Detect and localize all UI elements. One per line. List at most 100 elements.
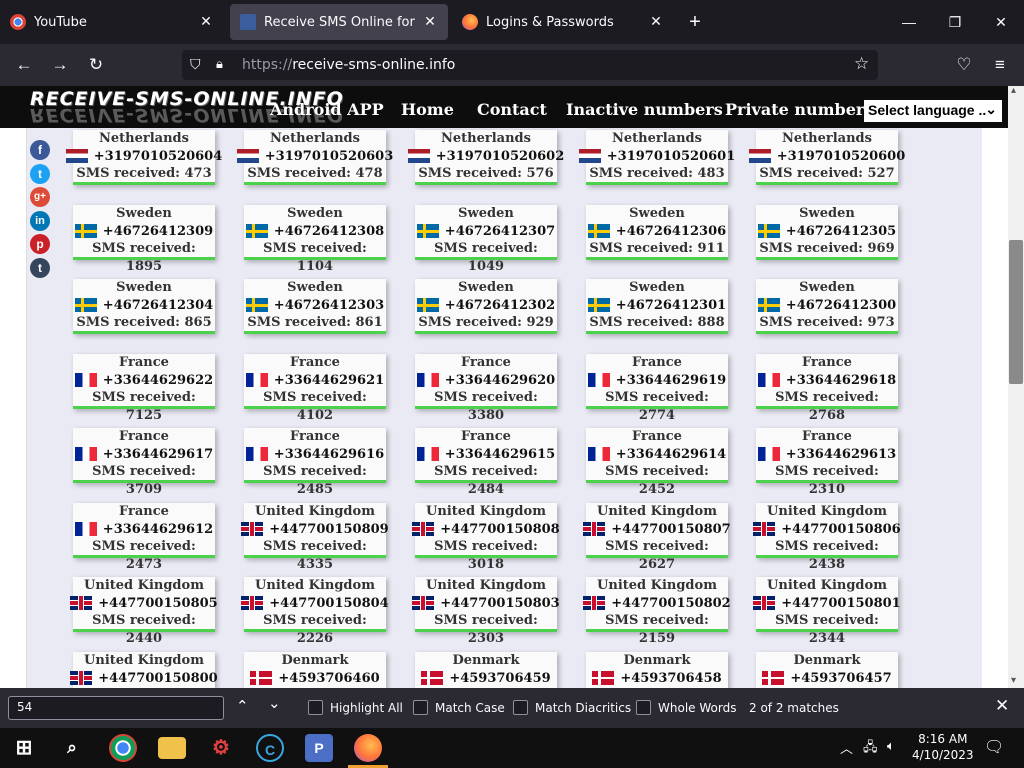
- shield-icon[interactable]: ⛉: [190, 56, 201, 73]
- number-card[interactable]: France +33644629615 SMS received: 2484: [415, 428, 557, 497]
- clock[interactable]: 8:16 AM 4/10/2023: [912, 731, 974, 763]
- checkbox-box[interactable]: [636, 700, 651, 715]
- card-phone-number[interactable]: +33644629621: [274, 372, 384, 390]
- card-phone-number[interactable]: +4593706458: [620, 670, 721, 688]
- number-card[interactable]: Sweden +46726412307 SMS received: 1049: [415, 205, 557, 274]
- scroll-up-arrow-icon[interactable]: ▴: [1011, 85, 1016, 96]
- card-phone-number[interactable]: +447700150800: [98, 670, 217, 688]
- card-phone-number[interactable]: +4593706457: [790, 670, 891, 688]
- card-phone-number[interactable]: +46726412309: [103, 223, 213, 241]
- card-phone-number[interactable]: +447700150801: [781, 595, 900, 613]
- card-phone-number[interactable]: +447700150806: [781, 521, 900, 539]
- number-card[interactable]: Denmark +4593706458: [586, 652, 728, 688]
- number-card[interactable]: United Kingdom +447700150808 SMS received:…: [412, 503, 560, 572]
- number-card[interactable]: Netherlands +3197010520601 SMS received: 4…: [578, 130, 735, 185]
- number-card[interactable]: United Kingdom +447700150803 SMS received:…: [412, 577, 560, 646]
- number-card[interactable]: United Kingdom +447700150802 SMS received:…: [583, 577, 731, 646]
- number-card[interactable]: France +33644629616 SMS received: 2485: [244, 428, 386, 497]
- card-phone-number[interactable]: +33644629617: [103, 446, 213, 464]
- tab-receive-sms[interactable]: Receive SMS Online for FREE - U ✕: [230, 4, 448, 40]
- card-phone-number[interactable]: +46726412304: [103, 297, 213, 315]
- tab-logins-passwords[interactable]: Logins & Passwords ✕: [452, 0, 674, 44]
- close-tab-icon[interactable]: ✕: [196, 14, 216, 30]
- card-phone-number[interactable]: +3197010520602: [436, 148, 564, 166]
- number-card[interactable]: United Kingdom +447700150800: [70, 652, 218, 688]
- match-case-checkbox[interactable]: Match Case: [413, 700, 505, 715]
- p-app-icon[interactable]: P: [305, 734, 333, 762]
- card-phone-number[interactable]: +3197010520603: [265, 148, 393, 166]
- card-phone-number[interactable]: +3197010520601: [607, 148, 735, 166]
- number-card[interactable]: France +33644629613 SMS received: 2310: [756, 428, 898, 497]
- chrome-icon[interactable]: [109, 734, 137, 762]
- restore-icon[interactable]: ❐: [932, 0, 978, 44]
- whole-words-checkbox[interactable]: Whole Words: [636, 700, 736, 715]
- close-window-icon[interactable]: ✕: [978, 0, 1024, 44]
- number-card[interactable]: France +33644629618 SMS received: 2768: [756, 354, 898, 423]
- number-card[interactable]: France +33644629619 SMS received: 2774: [586, 354, 728, 423]
- linkedin-icon[interactable]: in: [30, 211, 50, 231]
- card-phone-number[interactable]: +33644629615: [445, 446, 555, 464]
- number-card[interactable]: Sweden +46726412309 SMS received: 1895: [73, 205, 215, 274]
- back-arrow-icon[interactable]: ←: [9, 50, 39, 80]
- close-find-bar-icon[interactable]: ✕: [995, 696, 1009, 716]
- scrollbar-thumb[interactable]: [1009, 240, 1023, 384]
- volume-icon[interactable]: 🔈︎: [887, 738, 895, 754]
- number-card[interactable]: Sweden +46726412301 SMS received: 888: [586, 279, 728, 334]
- tumblr-icon[interactable]: t: [30, 258, 50, 278]
- number-card[interactable]: Denmark +4593706457: [756, 652, 898, 688]
- find-previous-icon[interactable]: ⌃: [236, 697, 249, 715]
- windows-start-icon[interactable]: ⊞: [10, 734, 38, 762]
- twitter-icon[interactable]: t: [30, 164, 50, 184]
- number-card[interactable]: France +33644629612 SMS received: 2473: [73, 503, 215, 572]
- menu-hamburger-icon[interactable]: ≡: [985, 50, 1015, 80]
- card-phone-number[interactable]: +46726412300: [786, 297, 896, 315]
- card-phone-number[interactable]: +3197010520604: [94, 148, 222, 166]
- number-card[interactable]: Netherlands +3197010520604 SMS received: 4…: [65, 130, 222, 185]
- nav-inactive-numbers[interactable]: Inactive numbers: [566, 100, 723, 119]
- card-phone-number[interactable]: +447700150809: [269, 521, 388, 539]
- card-phone-number[interactable]: +447700150808: [440, 521, 559, 539]
- new-tab-plus-icon[interactable]: +: [672, 0, 718, 44]
- highlight-all-checkbox[interactable]: Highlight All: [308, 700, 403, 715]
- number-card[interactable]: Netherlands +3197010520603 SMS received: 4…: [236, 130, 393, 185]
- number-card[interactable]: Sweden +46726412308 SMS received: 1104: [244, 205, 386, 274]
- network-icon[interactable]: 🖧︎: [863, 738, 878, 760]
- card-phone-number[interactable]: +447700150802: [611, 595, 730, 613]
- lock-icon[interactable]: 🔒︎: [216, 56, 223, 72]
- match-diacritics-checkbox[interactable]: Match Diacritics: [513, 700, 631, 715]
- card-phone-number[interactable]: +33644629612: [103, 521, 213, 539]
- card-phone-number[interactable]: +33644629613: [786, 446, 896, 464]
- card-phone-number[interactable]: +46726412308: [274, 223, 384, 241]
- nav-home[interactable]: Home: [401, 100, 454, 119]
- number-card[interactable]: Sweden +46726412300 SMS received: 973: [756, 279, 898, 334]
- reload-icon[interactable]: ↻: [81, 50, 111, 80]
- pocket-icon[interactable]: ♡: [949, 50, 979, 80]
- nav-android-app[interactable]: Android APP: [270, 100, 384, 119]
- gear-app-icon[interactable]: ⚙: [207, 734, 235, 762]
- scroll-down-arrow-icon[interactable]: ▾: [1011, 675, 1016, 686]
- card-phone-number[interactable]: +33644629618: [786, 372, 896, 390]
- address-bar[interactable]: ⛉ 🔒︎ https://receive-sms-online.info ☆: [182, 50, 878, 80]
- language-select[interactable]: Select language .. ⌄: [864, 100, 1002, 122]
- forward-arrow-icon[interactable]: →: [45, 50, 75, 80]
- card-phone-number[interactable]: +46726412306: [616, 223, 726, 241]
- checkbox-box[interactable]: [513, 700, 528, 715]
- pinterest-icon[interactable]: p: [30, 234, 50, 254]
- card-phone-number[interactable]: +447700150804: [269, 595, 388, 613]
- nav-contact[interactable]: Contact: [477, 100, 547, 119]
- number-card[interactable]: Sweden +46726412304 SMS received: 865: [73, 279, 215, 334]
- number-card[interactable]: France +33644629620 SMS received: 3380: [415, 354, 557, 423]
- number-card[interactable]: Sweden +46726412306 SMS received: 911: [586, 205, 728, 260]
- number-card[interactable]: United Kingdom +447700150801 SMS received:…: [753, 577, 901, 646]
- number-card[interactable]: Denmark +4593706459: [415, 652, 557, 688]
- number-card[interactable]: United Kingdom +447700150807 SMS received:…: [583, 503, 731, 572]
- search-icon[interactable]: ⌕: [58, 734, 86, 762]
- number-card[interactable]: Sweden +46726412302 SMS received: 929: [415, 279, 557, 334]
- checkbox-box[interactable]: [308, 700, 323, 715]
- card-phone-number[interactable]: +447700150807: [611, 521, 730, 539]
- card-phone-number[interactable]: +33644629616: [274, 446, 384, 464]
- close-tab-icon[interactable]: ✕: [420, 14, 440, 30]
- number-card[interactable]: United Kingdom +447700150809 SMS received:…: [241, 503, 389, 572]
- card-phone-number[interactable]: +33644629619: [616, 372, 726, 390]
- number-card[interactable]: Denmark +4593706460: [244, 652, 386, 688]
